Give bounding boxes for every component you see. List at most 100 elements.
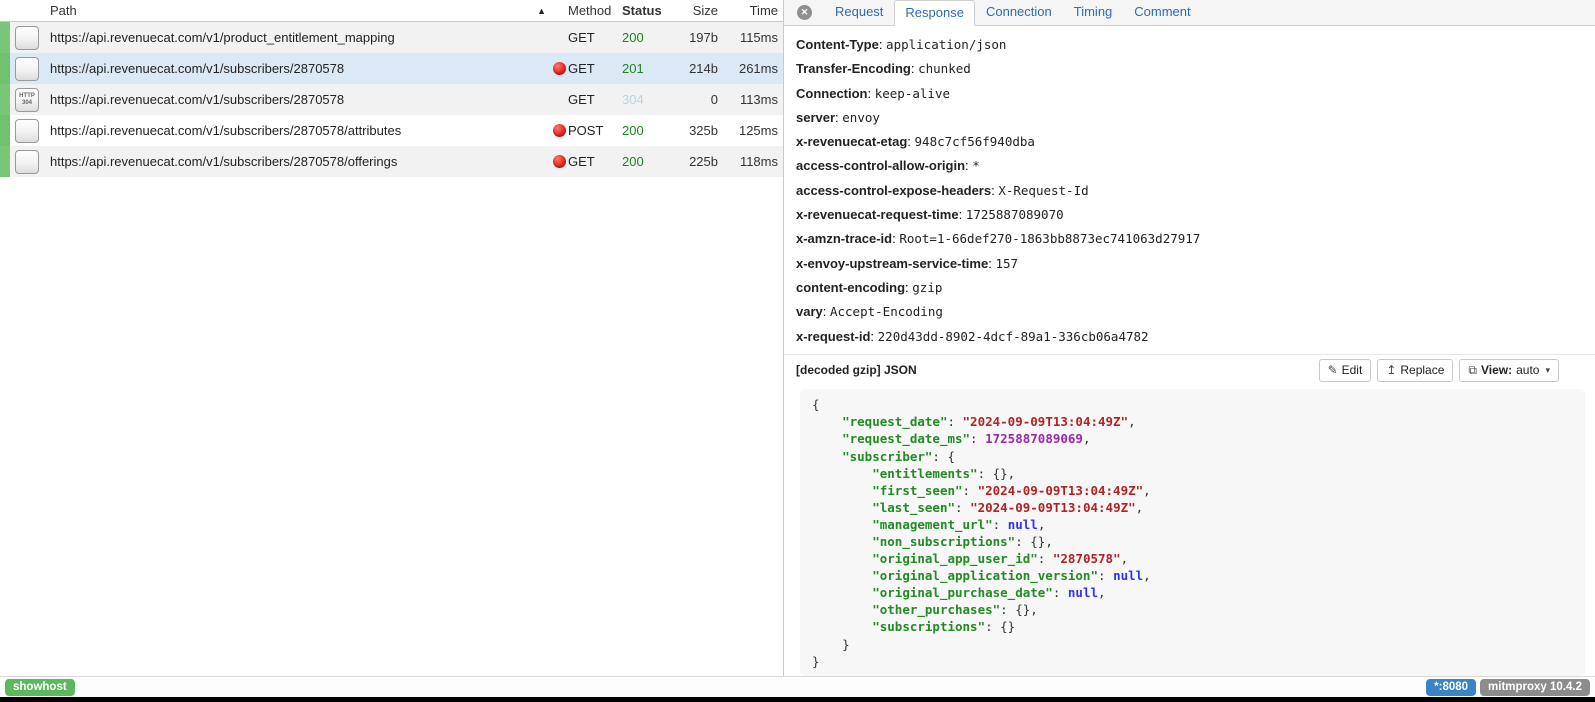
tab-request[interactable]: Request <box>824 0 894 25</box>
column-header-method[interactable]: Method <box>550 0 614 21</box>
flow-list-panel: Path▲MethodStatusSizeTime https://api.re… <box>0 0 784 676</box>
chevron-down-icon: ▾ <box>1545 365 1550 376</box>
showhost-option-badge: showhost <box>5 679 75 696</box>
json-token-plain: , <box>1083 431 1091 446</box>
flow-path-text: https://api.revenuecat.com/v1/product_en… <box>50 30 395 45</box>
header-name: x-amzn-trace-id <box>796 231 892 246</box>
header-name: vary <box>796 304 823 319</box>
json-token-plain: : <box>993 517 1008 532</box>
flow-status: 200 <box>614 123 660 138</box>
json-body-viewer[interactable]: { "request_date": "2024-09-09T13:04:49Z"… <box>800 389 1585 676</box>
json-token-key: "subscriber" <box>842 449 932 464</box>
header-value: X-Request-Id <box>998 183 1088 198</box>
column-header-time[interactable]: Time <box>718 0 783 21</box>
json-line: } <box>812 653 1573 670</box>
view-mode-button[interactable]: ⧉ View: auto ▾ <box>1459 359 1559 382</box>
response-header-line: x-amzn-trace-id: Root=1-66def270-1863bb8… <box>796 226 1595 250</box>
header-name: Connection <box>796 86 868 101</box>
json-token-str: "2870578" <box>1053 551 1121 566</box>
json-token-key: "last_seen" <box>872 500 955 515</box>
response-header-line: x-envoy-upstream-service-time: 157 <box>796 251 1595 275</box>
json-token-plain: : {}, <box>978 466 1016 481</box>
flow-method: GET <box>550 154 614 169</box>
flow-row[interactable]: HTTP304https://api.revenuecat.com/v1/sub… <box>0 84 783 115</box>
flow-marker-strip <box>0 53 10 84</box>
json-line: "original_application_version": null, <box>812 567 1573 584</box>
response-tab-content: Content-Type: application/jsonTransfer-E… <box>784 26 1595 676</box>
header-name: content-encoding <box>796 280 905 295</box>
header-name: x-envoy-upstream-service-time <box>796 256 988 271</box>
flow-detail-panel: ✕RequestResponseConnectionTimingComment … <box>784 0 1595 676</box>
tab-response[interactable]: Response <box>894 0 975 26</box>
json-token-plain <box>812 585 872 600</box>
column-header-status[interactable]: Status <box>614 0 660 21</box>
http-icon-text-top: HTTP <box>19 93 35 100</box>
json-line: "management_url": null, <box>812 516 1573 533</box>
column-header-path[interactable]: Path▲ <box>44 0 550 21</box>
header-value: 1725887089070 <box>966 207 1064 222</box>
red-marker-icon <box>553 62 566 75</box>
flow-size: 197b <box>660 30 718 45</box>
flow-row[interactable]: https://api.revenuecat.com/v1/product_en… <box>0 22 783 53</box>
header-name: access-control-expose-headers <box>796 183 991 198</box>
main-area: Path▲MethodStatusSizeTime https://api.re… <box>0 0 1595 676</box>
response-header-line: access-control-allow-origin: * <box>796 153 1595 177</box>
json-token-plain <box>812 517 872 532</box>
tab-comment[interactable]: Comment <box>1123 0 1201 25</box>
json-token-plain: : <box>1038 551 1053 566</box>
header-name: server <box>796 110 835 125</box>
json-token-key: "management_url" <box>872 517 992 532</box>
listen-address-badge: *:8080 <box>1426 679 1476 696</box>
view-label: View: <box>1481 363 1512 377</box>
flow-time: 113ms <box>718 92 783 107</box>
json-line: "subscriber": { <box>812 448 1573 465</box>
json-token-plain: , <box>1143 568 1151 583</box>
red-marker-icon <box>553 155 566 168</box>
tab-connection[interactable]: Connection <box>975 0 1063 25</box>
flow-icon-cell <box>10 22 44 53</box>
header-value: chunked <box>918 61 971 76</box>
flow-row[interactable]: https://api.revenuecat.com/v1/subscriber… <box>0 53 783 84</box>
marker-column-header <box>0 0 10 21</box>
json-line: } <box>812 636 1573 653</box>
header-value: 157 <box>995 256 1018 271</box>
json-token-null: null <box>1068 585 1098 600</box>
document-icon <box>15 26 39 50</box>
json-token-key: "request_date_ms" <box>842 431 970 446</box>
header-name: Content-Type <box>796 37 879 52</box>
flow-status: 201 <box>614 61 660 76</box>
json-token-plain: , <box>1121 551 1129 566</box>
json-token-plain <box>812 466 872 481</box>
close-icon[interactable]: ✕ <box>797 5 812 20</box>
flow-method: GET <box>550 30 614 45</box>
flow-size: 225b <box>660 154 718 169</box>
flow-row[interactable]: https://api.revenuecat.com/v1/subscriber… <box>0 115 783 146</box>
header-name: Transfer-Encoding <box>796 61 911 76</box>
flow-marker-strip <box>0 115 10 146</box>
header-value: * <box>972 158 980 173</box>
json-token-plain <box>812 431 842 446</box>
flow-time: 125ms <box>718 123 783 138</box>
replace-button[interactable]: ↥ Replace <box>1377 359 1453 382</box>
json-line: "request_date": "2024-09-09T13:04:49Z", <box>812 413 1573 430</box>
flow-size: 214b <box>660 61 718 76</box>
json-token-plain <box>812 534 872 549</box>
edit-button[interactable]: ✎ Edit <box>1319 359 1372 382</box>
edit-button-label: Edit <box>1342 363 1363 377</box>
json-line: "original_app_user_id": "2870578", <box>812 550 1573 567</box>
flow-row[interactable]: https://api.revenuecat.com/v1/subscriber… <box>0 146 783 177</box>
response-header-line: x-request-id: 220d43dd-8902-4dcf-89a1-33… <box>796 324 1595 348</box>
flow-icon-cell <box>10 146 44 177</box>
flow-icon-cell <box>10 115 44 146</box>
flow-path: https://api.revenuecat.com/v1/subscriber… <box>44 92 550 107</box>
document-icon <box>15 150 39 174</box>
json-line: "entitlements": {}, <box>812 465 1573 482</box>
tab-timing[interactable]: Timing <box>1063 0 1124 25</box>
mitmproxy-version-badge: mitmproxy 10.4.2 <box>1480 679 1590 696</box>
json-token-plain <box>812 500 872 515</box>
json-token-plain: { <box>812 397 820 412</box>
flow-path-text: https://api.revenuecat.com/v1/subscriber… <box>50 61 344 76</box>
json-token-plain: , <box>1128 414 1136 429</box>
json-token-plain <box>812 568 872 583</box>
column-header-size[interactable]: Size <box>660 0 718 21</box>
